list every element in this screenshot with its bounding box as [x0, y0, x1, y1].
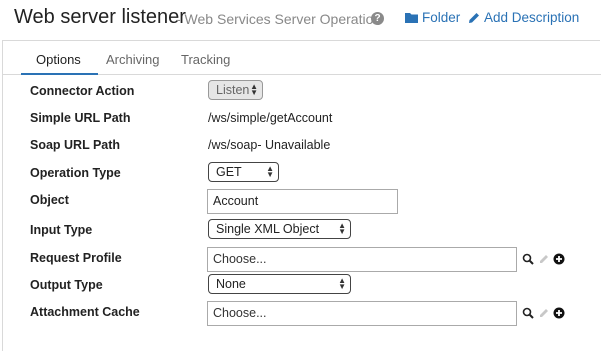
- folder-link-label: Folder: [422, 10, 461, 25]
- operation-type-value: GET: [216, 165, 242, 179]
- request-profile-label: Request Profile: [30, 251, 122, 265]
- request-profile-input[interactable]: Choose...: [207, 247, 517, 272]
- tab-archiving[interactable]: Archiving: [106, 52, 159, 67]
- attachment-cache-input[interactable]: Choose...: [207, 301, 517, 326]
- attachment-cache-label: Attachment Cache: [30, 305, 140, 319]
- select-arrows-icon: ▲ ▼: [338, 221, 346, 236]
- question-circle-icon[interactable]: ?: [371, 12, 384, 25]
- tab-tracking[interactable]: Tracking: [181, 52, 230, 67]
- select-arrows-icon: ▲ ▼: [250, 82, 258, 97]
- operation-type-label: Operation Type: [30, 166, 121, 180]
- input-type-value: Single XML Object: [216, 222, 320, 236]
- edit-icon[interactable]: [538, 307, 550, 319]
- plus-circle-icon[interactable]: [553, 253, 565, 265]
- simple-url-path-label: Simple URL Path: [30, 111, 131, 125]
- input-type-select[interactable]: Single XML Object ▲ ▼: [208, 219, 351, 239]
- add-description-label: Add Description: [484, 10, 580, 25]
- active-tab-indicator: [21, 73, 98, 75]
- output-type-value: None: [216, 277, 246, 291]
- magnifier-icon[interactable]: [522, 253, 534, 265]
- page-title: Web server listener: [14, 6, 186, 28]
- soap-url-path-label: Soap URL Path: [30, 138, 121, 152]
- tab-options[interactable]: Options: [36, 52, 81, 67]
- plus-circle-icon[interactable]: [553, 307, 565, 319]
- select-arrows-icon: ▲ ▼: [338, 276, 346, 291]
- operation-type-select[interactable]: GET ▲ ▼: [208, 162, 279, 182]
- object-input[interactable]: Account: [207, 189, 398, 214]
- folder-link[interactable]: Folder: [405, 10, 460, 25]
- input-type-label: Input Type: [30, 223, 93, 237]
- connector-action-label: Connector Action: [30, 84, 135, 98]
- page-header: Web server listener - Web Services Serve…: [0, 0, 602, 40]
- add-description-link[interactable]: Add Description: [468, 10, 579, 25]
- tab-bar: Options Archiving Tracking: [3, 49, 601, 75]
- connector-action-select: Listen ▲ ▼: [208, 80, 263, 100]
- object-label: Object: [30, 193, 69, 207]
- output-type-select[interactable]: None ▲ ▼: [208, 274, 351, 294]
- folder-icon: [405, 13, 418, 23]
- page-subtitle: - Web Services Server Operation: [176, 11, 382, 27]
- soap-url-path-value: /ws/soap- Unavailable: [208, 138, 331, 152]
- magnifier-icon[interactable]: [522, 307, 534, 319]
- select-arrows-icon: ▲ ▼: [266, 164, 274, 179]
- connector-action-value: Listen: [216, 83, 250, 97]
- simple-url-path-value: /ws/simple/getAccount: [208, 111, 333, 125]
- pencil-icon: [469, 12, 479, 23]
- edit-icon[interactable]: [538, 253, 550, 265]
- output-type-label: Output Type: [30, 278, 103, 292]
